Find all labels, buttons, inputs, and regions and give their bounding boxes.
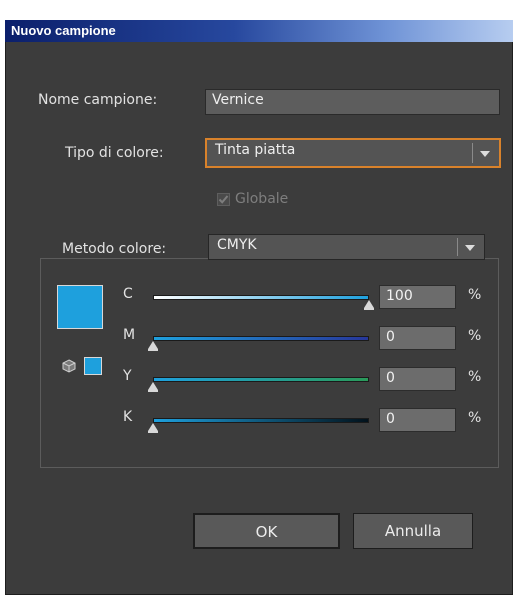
channel-value-input-c[interactable]: 100: [379, 285, 456, 309]
chevron-down-icon: [465, 245, 475, 251]
out-of-web-gamut-cube-icon[interactable]: [62, 359, 76, 373]
global-checkbox[interactable]: [217, 193, 230, 206]
slider-thumb-base-m: [148, 349, 158, 351]
percent-unit-label: %: [468, 328, 482, 344]
slider-thumb-base-c: [364, 308, 374, 310]
chevron-down-icon: [480, 151, 490, 157]
color-preview-swatch: [57, 285, 103, 329]
global-label: Globale: [235, 191, 289, 207]
slider-thumb-base-k: [148, 431, 158, 433]
swatch-name-label: Nome campione:: [38, 92, 158, 108]
color-type-value: Tinta piatta: [215, 142, 296, 158]
swatch-name-input[interactable]: Vernice: [205, 89, 500, 115]
slider-thumb-m[interactable]: [148, 341, 158, 349]
channel-label-m: M: [123, 327, 136, 343]
title-bar[interactable]: Nuovo campione: [5, 20, 513, 42]
percent-unit-label: %: [468, 369, 482, 385]
color-mode-value: CMYK: [217, 237, 257, 253]
channel-label-c: C: [123, 286, 133, 302]
dropdown-separator: [457, 238, 458, 256]
slider-thumb-y[interactable]: [148, 382, 158, 390]
channel-slider-k[interactable]: [153, 418, 369, 423]
channel-value-input-y[interactable]: 0: [379, 367, 456, 391]
color-type-label: Tipo di colore:: [65, 145, 164, 161]
color-mode-dropdown[interactable]: CMYK: [208, 234, 485, 260]
channel-label-k: K: [123, 409, 133, 425]
channel-slider-c[interactable]: [153, 295, 369, 300]
slider-thumb-base-y: [148, 390, 158, 392]
slider-thumb-k[interactable]: [148, 423, 158, 431]
slider-thumb-c[interactable]: [364, 300, 374, 308]
percent-unit-label: %: [468, 287, 482, 303]
color-mode-label: Metodo colore:: [58, 241, 171, 257]
ok-button[interactable]: OK: [193, 513, 340, 549]
channel-slider-y[interactable]: [153, 377, 369, 382]
dropdown-separator: [472, 143, 473, 163]
percent-unit-label: %: [468, 410, 482, 426]
channel-value-input-m[interactable]: 0: [379, 326, 456, 350]
cancel-button[interactable]: Annulla: [353, 513, 473, 549]
channel-slider-m[interactable]: [153, 336, 369, 341]
color-type-dropdown[interactable]: Tinta piatta: [205, 138, 501, 168]
channel-label-y: Y: [123, 368, 132, 384]
channel-value-input-k[interactable]: 0: [379, 408, 456, 432]
web-safe-color-swatch[interactable]: [84, 357, 102, 375]
dialog-title: Nuovo campione: [11, 23, 116, 38]
